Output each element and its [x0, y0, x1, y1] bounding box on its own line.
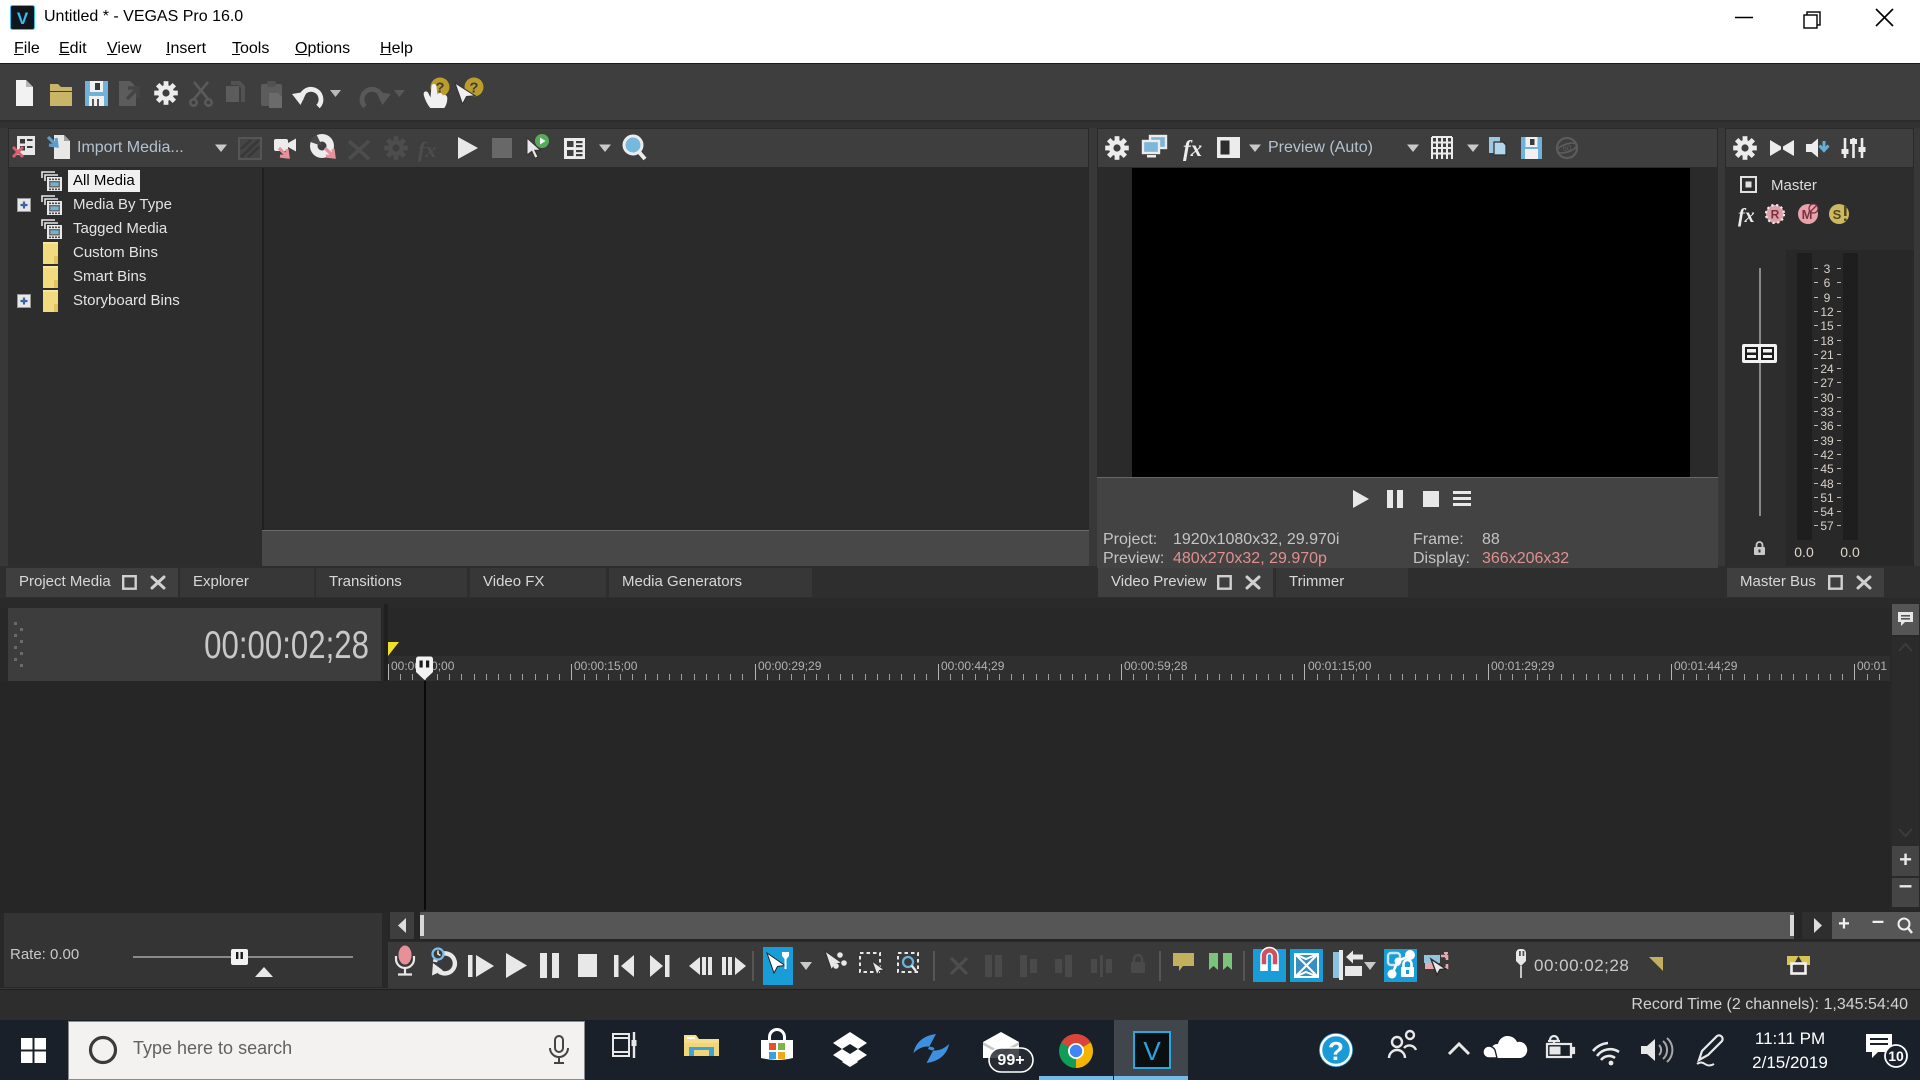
svg-text:?: ? — [1328, 1036, 1344, 1066]
svg-text:10: 10 — [1888, 1048, 1904, 1064]
svg-text:R: R — [1771, 208, 1780, 222]
svg-text:V: V — [1143, 1036, 1161, 1066]
svg-text:V: V — [17, 9, 29, 28]
svg-text:99+: 99+ — [997, 1052, 1024, 1069]
svg-text:fx: fx — [1738, 205, 1755, 227]
svg-text:60: 60 — [1563, 144, 1572, 153]
svg-text:fx: fx — [418, 137, 436, 162]
svg-text:fx: fx — [1183, 136, 1202, 161]
svg-text:S: S — [1833, 207, 1842, 222]
